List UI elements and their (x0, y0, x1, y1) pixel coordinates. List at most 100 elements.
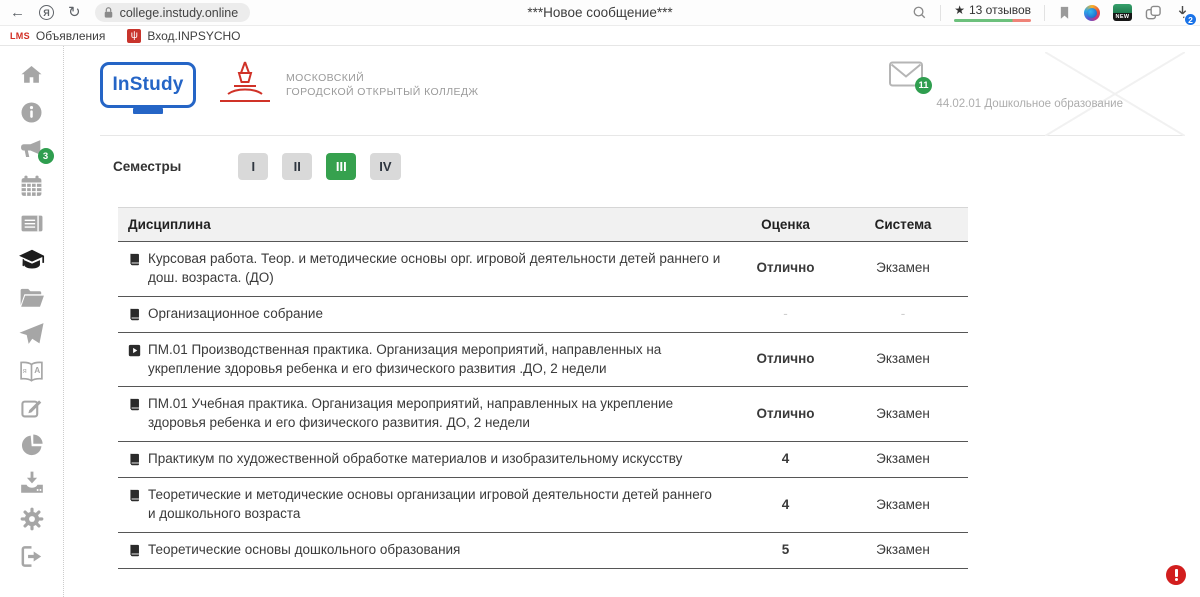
instudy-logo-text: InStudy (112, 74, 183, 96)
discipline-text: Теоретические основы дошкольного образов… (148, 541, 460, 560)
browser-toolbar: ← Я ↻ college.instudy.online ***Новое со… (0, 0, 1200, 26)
discipline-text: Организационное собрание (148, 305, 323, 324)
extension-new-art (1113, 4, 1132, 13)
discipline-text: Практикум по художественной обработке ма… (148, 450, 682, 469)
error-alert-dot (1175, 578, 1178, 581)
broken-image-watermark (1045, 52, 1185, 136)
journal-icon[interactable] (18, 210, 46, 236)
college-logo: МОСКОВСКИЙ ГОРОДСКОЙ ОТКРЫТЫЙ КОЛЛЕДЖ (214, 60, 479, 110)
bookmarks-bar: LMS Объявления ψ Вход.INPSYCHO (0, 26, 1200, 46)
mail-badge: 11 (915, 77, 932, 94)
inpsycho-favicon: ψ (127, 29, 141, 43)
sidebar: 3 Aя (0, 46, 64, 597)
book-icon (128, 453, 141, 466)
book-icon (128, 489, 141, 502)
semester-buttons: IIIIIIIV (238, 153, 400, 180)
extension-camera-icon[interactable] (1084, 5, 1100, 21)
extension-camera-inner (1087, 8, 1097, 18)
grades-icon[interactable] (18, 247, 46, 273)
semester-button[interactable]: III (326, 153, 356, 180)
logout-icon[interactable] (18, 543, 46, 569)
grade-cell: Отлично (733, 332, 838, 387)
grade-cell: Отлично (733, 242, 838, 297)
files-icon[interactable] (18, 284, 46, 310)
lock-icon (103, 6, 114, 19)
college-name: МОСКОВСКИЙ ГОРОДСКОЙ ОТКРЫТЫЙ КОЛЛЕДЖ (286, 71, 479, 99)
toolbar-right: ★ 13 отзывов NEW 2 (912, 3, 1190, 22)
extension-new-icon[interactable]: NEW (1113, 4, 1132, 21)
url-text: college.instudy.online (120, 6, 239, 20)
system-cell: Экзамен (838, 532, 968, 568)
search-icon[interactable] (912, 5, 927, 20)
divider (940, 5, 941, 21)
system-cell: Экзамен (838, 478, 968, 533)
instudy-logo-stand (133, 108, 163, 114)
program-name: 44.02.01 Дошкольное образование (936, 98, 1123, 110)
settings-icon[interactable] (18, 506, 46, 532)
address-bar[interactable]: college.instudy.online (95, 3, 251, 22)
table-row: Организационное собрание - - (118, 296, 968, 332)
semesters-row: Семестры IIIIIIIV (100, 153, 1185, 180)
column-system: Система (838, 208, 968, 242)
bookmark-flag-icon[interactable] (1058, 5, 1071, 21)
table-row: Практикум по художественной обработке ма… (118, 442, 968, 478)
grade-cell: 4 (733, 442, 838, 478)
bookmark-inpsycho[interactable]: ψ Вход.INPSYCHO (127, 29, 240, 43)
error-alert-icon[interactable] (1166, 565, 1186, 585)
semester-button[interactable]: IV (370, 153, 400, 180)
table-row: Теоретические и методические основы орга… (118, 478, 968, 533)
system-cell: - (838, 296, 968, 332)
grade-cell: - (733, 296, 838, 332)
bookmark-label: Объявления (36, 29, 105, 43)
reviews-rating-bar (954, 19, 1031, 22)
semesters-label: Семестры (113, 159, 181, 174)
svg-text:я: я (23, 366, 27, 375)
table-row: Теоретические основы дошкольного образов… (118, 532, 968, 568)
book-icon (128, 544, 141, 557)
semester-button[interactable]: II (282, 153, 312, 180)
compose-icon[interactable] (18, 395, 46, 421)
extension-collections-icon[interactable] (1145, 5, 1162, 21)
bookmark-label: Вход.INPSYCHO (147, 29, 240, 43)
back-icon[interactable]: ← (10, 5, 25, 20)
discipline-text: ПМ.01 Учебная практика. Организация меро… (148, 395, 723, 433)
grade-cell: 4 (733, 478, 838, 533)
browser-profile-icon[interactable]: Я (39, 5, 54, 20)
column-grade: Оценка (733, 208, 838, 242)
downloads-icon[interactable] (18, 469, 46, 495)
system-cell: Экзамен (838, 242, 968, 297)
book-icon (128, 398, 141, 411)
star-icon: ★ (954, 3, 965, 17)
announcements-icon[interactable]: 3 (18, 136, 46, 162)
grades-table-body: Курсовая работа. Теор. и методические ос… (118, 242, 968, 569)
grades-table: Дисциплина Оценка Система Курсовая работ… (118, 207, 968, 569)
refresh-icon[interactable]: ↻ (68, 5, 81, 20)
home-icon[interactable] (18, 62, 46, 88)
messages-icon[interactable] (18, 321, 46, 347)
lms-favicon: LMS (10, 31, 30, 41)
divider (1044, 5, 1045, 21)
discipline-text: ПМ.01 Производственная практика. Организ… (148, 341, 723, 379)
page-header: InStudy МОСКОВСКИЙ ГОРОДСКОЙ ОТКРЫТЫЙ КО… (100, 56, 1185, 136)
college-tower-icon (214, 60, 276, 110)
video-icon (128, 344, 141, 357)
discipline-text: Курсовая работа. Теор. и методические ос… (148, 250, 723, 288)
calendar-icon[interactable] (18, 173, 46, 199)
downloads-button[interactable]: 2 (1175, 4, 1190, 21)
info-icon[interactable] (18, 99, 46, 125)
statistics-icon[interactable] (18, 432, 46, 458)
book-icon (128, 308, 141, 321)
mail-button[interactable]: 11 (888, 60, 924, 88)
error-alert-mark (1175, 569, 1178, 577)
main-content: InStudy МОСКОВСКИЙ ГОРОДСКОЙ ОТКРЫТЫЙ КО… (64, 46, 1200, 597)
instudy-logo[interactable]: InStudy (100, 62, 196, 108)
reviews-count: 13 отзывов (969, 3, 1031, 17)
table-row: Курсовая работа. Теор. и методические ос… (118, 242, 968, 297)
system-cell: Экзамен (838, 387, 968, 442)
discipline-text: Теоретические и методические основы орга… (148, 486, 723, 524)
site-reviews-button[interactable]: ★ 13 отзывов (954, 3, 1031, 22)
bookmark-lms[interactable]: LMS Объявления (10, 29, 105, 43)
announcements-badge: 3 (38, 148, 54, 164)
semester-button[interactable]: I (238, 153, 268, 180)
dictionary-icon[interactable]: Aя (18, 358, 46, 384)
